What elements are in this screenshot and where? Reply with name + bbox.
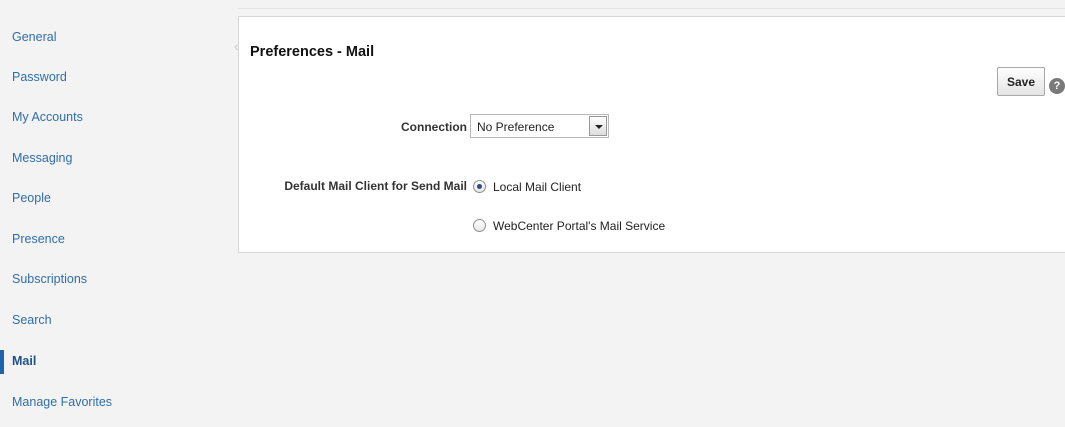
- radio-label: Local Mail Client: [493, 180, 582, 194]
- sidebar: General Password My Accounts Messaging P…: [0, 0, 228, 427]
- sidebar-item-people[interactable]: People: [12, 187, 51, 209]
- sidebar-item-my-accounts[interactable]: My Accounts: [12, 106, 83, 128]
- sidebar-item-search[interactable]: Search: [12, 309, 52, 331]
- save-button[interactable]: Save: [997, 67, 1045, 96]
- preferences-panel: ‹ Preferences - Mail Save ? Connection N…: [234, 16, 1065, 253]
- top-divider: [238, 8, 1065, 9]
- chevron-down-icon[interactable]: [589, 116, 607, 136]
- mail-client-label: Default Mail Client for Send Mail: [284, 179, 467, 193]
- page-title: Preferences - Mail: [250, 44, 375, 60]
- sidebar-item-presence[interactable]: Presence: [12, 228, 65, 250]
- sidebar-item-general[interactable]: General: [12, 26, 56, 48]
- connection-select-value: No Preference: [477, 120, 555, 134]
- sidebar-item-password[interactable]: Password: [12, 66, 67, 88]
- chevron-left-icon[interactable]: ‹: [234, 39, 239, 53]
- help-icon[interactable]: ?: [1049, 78, 1065, 94]
- sidebar-item-messaging[interactable]: Messaging: [12, 147, 72, 169]
- sidebar-item-mail[interactable]: Mail: [12, 350, 36, 372]
- connection-select[interactable]: No Preference: [470, 114, 609, 138]
- radio-button-checked[interactable]: [473, 180, 486, 193]
- radio-button[interactable]: [473, 219, 486, 232]
- connection-label: Connection: [401, 120, 467, 134]
- sidebar-item-manage-favorites[interactable]: Manage Favorites: [12, 391, 112, 413]
- sidebar-item-subscriptions[interactable]: Subscriptions: [12, 268, 87, 290]
- radio-label: WebCenter Portal's Mail Service: [493, 219, 666, 233]
- active-indicator: [0, 350, 4, 374]
